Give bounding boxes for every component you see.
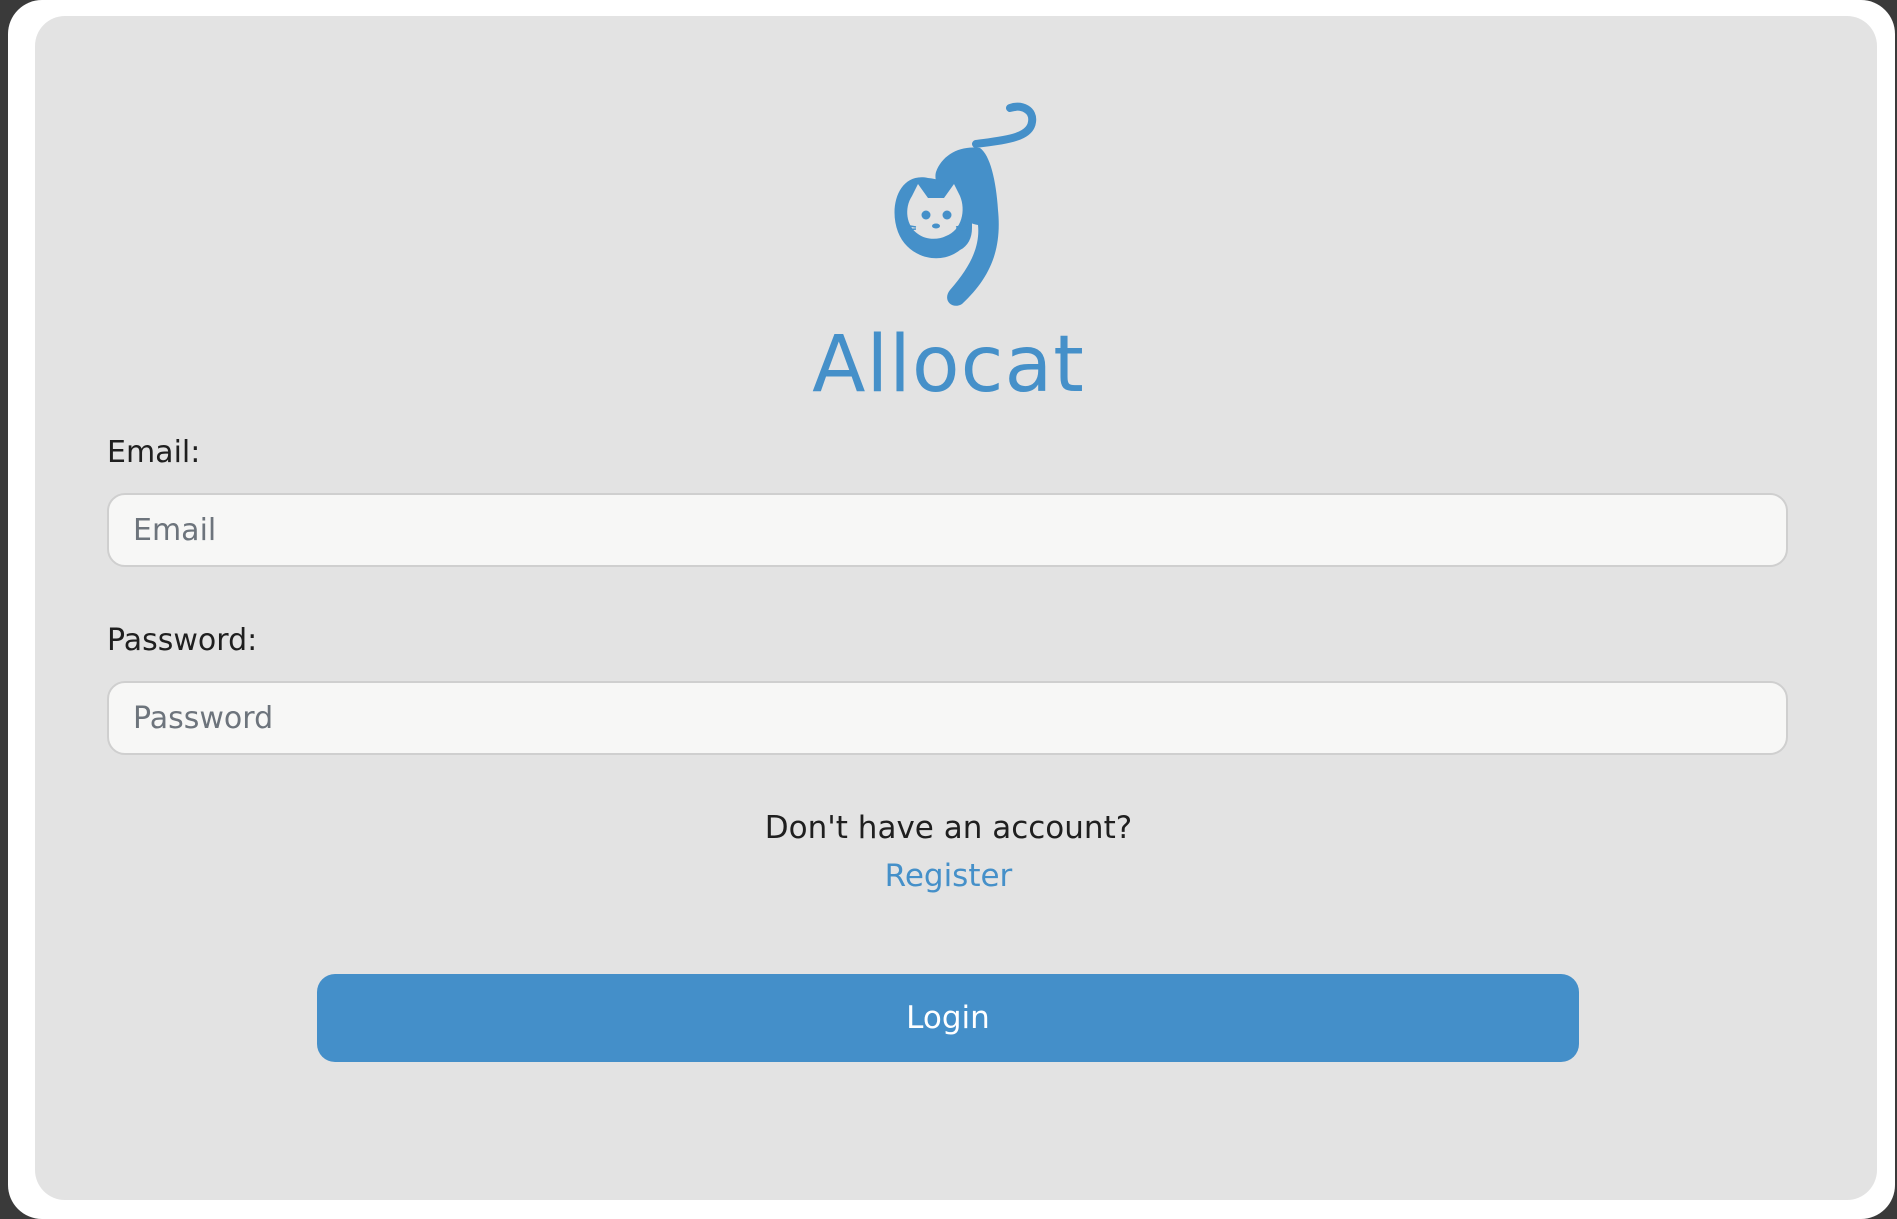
login-button[interactable]: Login [317,974,1579,1062]
password-label: Password: [107,623,258,658]
email-input[interactable] [107,493,1788,567]
cat-nose [932,223,940,229]
cat-logo-icon [894,102,1037,306]
cat-right-eye [942,210,952,220]
password-input[interactable] [107,681,1788,755]
cat-left-eye [921,210,931,220]
brand-name: Allocat [812,320,1085,410]
register-link-container: Register [0,856,1897,896]
register-prompt: Don't have an account? [764,810,1133,846]
register-link[interactable]: Register [885,858,1013,894]
email-label: Email: [107,435,201,470]
cat-tail [972,102,1037,148]
